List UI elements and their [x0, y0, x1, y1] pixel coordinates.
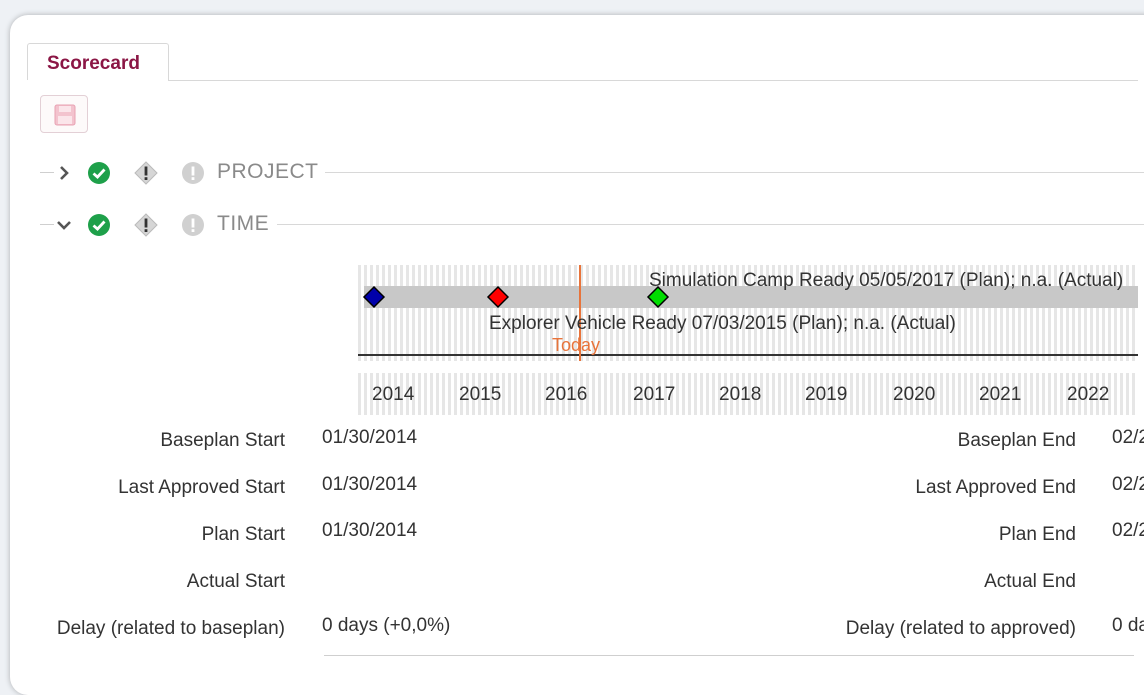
- warning-diamond-icon: [134, 161, 158, 185]
- year-label: 2022: [1067, 384, 1109, 405]
- section-divider: [325, 172, 1144, 173]
- check-icon: [88, 214, 110, 236]
- year-label: 2016: [545, 384, 587, 405]
- warning-diamond-icon: [134, 213, 158, 237]
- check-icon: [88, 162, 110, 184]
- section-bottom-divider: [324, 655, 1134, 656]
- baseplan-start-value: 01/30/2014: [322, 427, 418, 448]
- plan-end-label: Plan End: [998, 524, 1076, 545]
- year-label: 2020: [893, 384, 935, 405]
- year-label: 2021: [979, 384, 1021, 405]
- baseplan-end-value: 02/28/2022: [1112, 427, 1144, 448]
- year-label: 2019: [805, 384, 847, 405]
- year-label: 2018: [719, 384, 761, 405]
- tab-scorecard[interactable]: Scorecard: [27, 43, 169, 80]
- info-circle-icon: [182, 162, 204, 184]
- last-approved-end-value: 02/28/2022: [1112, 474, 1144, 495]
- year-label: 2015: [459, 384, 501, 405]
- section-title: TIME: [217, 212, 270, 235]
- year-label: 2017: [633, 384, 675, 405]
- section-title: PROJECT: [217, 160, 319, 183]
- section-project: PROJECT: [40, 158, 1144, 188]
- delay-approved-value: 0 days (+0,0%): [1112, 615, 1144, 636]
- section-connector: [40, 224, 54, 225]
- section-time: TIME: [40, 210, 1144, 240]
- milestone-label-explorer-vehicle: Explorer Vehicle Ready 07/03/2015 (Plan)…: [489, 313, 956, 334]
- milestone-timeline: Today Simulation Camp Ready 05/05/2017 (…: [358, 265, 1138, 415]
- section-divider: [277, 224, 1144, 225]
- scorecard-window: Scorecard PROJECT TIME Today Simulation …: [10, 15, 1144, 695]
- last-approved-end-label: Last Approved End: [915, 477, 1076, 498]
- baseplan-start-label: Baseplan Start: [160, 430, 285, 451]
- delay-baseplan-value: 0 days (+0,0%): [322, 615, 451, 636]
- tab-strip-divider: [168, 80, 1138, 81]
- timeline-chart: Today Simulation Camp Ready 05/05/2017 (…: [358, 265, 1138, 415]
- last-approved-start-label: Last Approved Start: [118, 477, 285, 498]
- section-connector: [40, 172, 54, 173]
- chevron-down-icon[interactable]: [54, 215, 74, 235]
- save-button[interactable]: [40, 95, 88, 133]
- delay-baseplan-label: Delay (related to baseplan): [56, 618, 285, 639]
- today-label: Today: [552, 335, 600, 355]
- save-icon: [54, 104, 76, 126]
- last-approved-start-value: 01/30/2014: [322, 474, 418, 495]
- baseplan-end-label: Baseplan End: [957, 430, 1076, 451]
- chevron-right-icon[interactable]: [54, 163, 74, 183]
- delay-approved-label: Delay (related to approved): [845, 618, 1076, 639]
- milestone-label-simulation-camp: Simulation Camp Ready 05/05/2017 (Plan);…: [649, 270, 1123, 291]
- year-labels: 2014 2015 2016 2017 2018 2019 2020 2021 …: [372, 384, 1109, 405]
- actual-start-label: Actual Start: [186, 571, 285, 592]
- plan-end-value: 02/28/2022: [1112, 520, 1144, 541]
- year-label: 2014: [372, 384, 415, 405]
- plan-start-label: Plan Start: [201, 524, 285, 545]
- info-circle-icon: [182, 214, 204, 236]
- plan-start-value: 01/30/2014: [322, 520, 418, 541]
- actual-end-label: Actual End: [984, 571, 1076, 592]
